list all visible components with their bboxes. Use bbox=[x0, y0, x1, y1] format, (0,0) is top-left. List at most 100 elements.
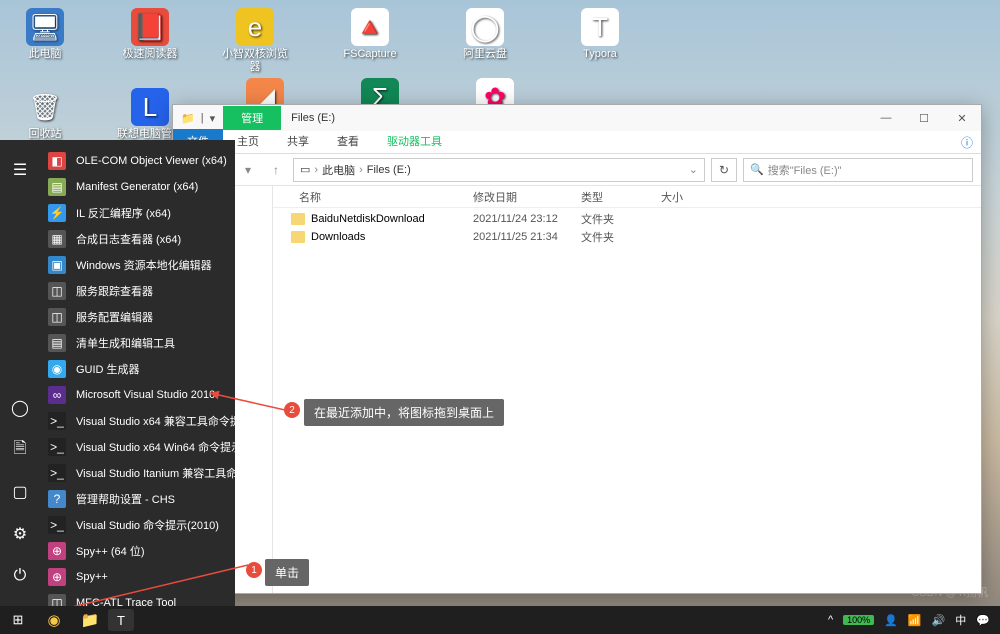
folder-icon bbox=[291, 213, 305, 225]
minimize-button[interactable]: — bbox=[867, 105, 905, 131]
start-menu-item[interactable]: >_Visual Studio Itanium 兼容工具命令... bbox=[40, 460, 235, 486]
ribbon-tabs: 文件 主页 共享 查看 驱动器工具 ⓘ bbox=[173, 131, 981, 154]
start-menu-item[interactable]: ⊕Spy++ (64 位) bbox=[40, 538, 235, 564]
window-title: Files (E:) bbox=[281, 112, 335, 124]
tray-volume-icon[interactable]: 🔊 bbox=[932, 614, 946, 627]
desktop-icon[interactable]: 📕极速阅读器 bbox=[115, 8, 185, 61]
tab-view[interactable]: 查看 bbox=[323, 129, 373, 153]
breadcrumb-current[interactable]: Files (E:) bbox=[367, 164, 411, 176]
system-tray[interactable]: ^ 100% 👤 📶 🔊 中 💬 bbox=[818, 612, 1000, 628]
start-menu-item[interactable]: ⚡IL 反汇编程序 (x64) bbox=[40, 200, 235, 226]
file-row[interactable]: BaiduNetdiskDownload2021/11/24 23:12文件夹 bbox=[273, 210, 981, 228]
start-menu-item[interactable]: >_Visual Studio x64 Win64 命令提示(... bbox=[40, 434, 235, 460]
app-icon: 🔺 bbox=[351, 8, 389, 46]
app-icon: >_ bbox=[48, 516, 66, 534]
app-icon: 🗑 bbox=[26, 88, 64, 126]
app-icon: ◉ bbox=[48, 360, 66, 378]
app-label: OLE-COM Object Viewer (x64) bbox=[76, 155, 227, 167]
app-icon: >_ bbox=[48, 438, 66, 456]
pictures-icon[interactable]: ▢ bbox=[0, 474, 40, 510]
tab-drive-tools[interactable]: 驱动器工具 bbox=[373, 129, 456, 153]
breadcrumb-sep: › bbox=[314, 164, 318, 176]
col-date[interactable]: 修改日期 bbox=[465, 189, 573, 205]
desktop-icon[interactable]: 🔺 FSCapture bbox=[335, 8, 405, 61]
help-icon[interactable]: ⓘ bbox=[953, 132, 981, 153]
start-menu-item[interactable]: ▤Manifest Generator (x64) bbox=[40, 174, 235, 200]
start-button[interactable]: ⊞ bbox=[0, 606, 36, 634]
start-menu-item[interactable]: >_Visual Studio 命令提示(2010) bbox=[40, 512, 235, 538]
app-label: Microsoft Visual Studio 2010 bbox=[76, 389, 215, 401]
app-icon: L bbox=[131, 88, 169, 126]
start-menu-item[interactable]: ▦合成日志查看器 (x64) bbox=[40, 226, 235, 252]
app-icon: ▤ bbox=[48, 178, 66, 196]
start-menu-item[interactable]: ▣Windows 资源本地化编辑器 bbox=[40, 252, 235, 278]
ribbon-context-tab[interactable]: 管理 bbox=[223, 106, 281, 130]
app-icon: ◫ bbox=[48, 282, 66, 300]
start-menu-item[interactable]: ◉GUID 生成器 bbox=[40, 356, 235, 382]
app-label: Visual Studio Itanium 兼容工具命令... bbox=[76, 465, 235, 481]
app-label: 服务跟踪查看器 bbox=[76, 283, 153, 299]
tray-chevron-icon[interactable]: ^ bbox=[828, 614, 833, 626]
tray-people-icon[interactable]: 👤 bbox=[884, 614, 898, 627]
file-row[interactable]: Downloads2021/11/25 21:34文件夹 bbox=[273, 228, 981, 246]
taskbar-typora-icon[interactable]: T bbox=[108, 609, 134, 631]
app-label: 服务配置编辑器 bbox=[76, 309, 153, 325]
qat-dropdown-icon[interactable]: ▾ bbox=[210, 112, 216, 125]
documents-icon[interactable]: 🗎 bbox=[0, 432, 40, 468]
refresh-button[interactable]: ↻ bbox=[711, 158, 737, 182]
menu-icon[interactable]: ☰ bbox=[0, 152, 40, 188]
tab-share[interactable]: 共享 bbox=[273, 129, 323, 153]
maximize-button[interactable]: ☐ bbox=[905, 105, 943, 131]
taskbar-chrome-icon[interactable]: ◉ bbox=[36, 606, 72, 634]
tray-notification-icon[interactable]: 💬 bbox=[976, 614, 990, 627]
app-label: Spy++ (64 位) bbox=[76, 543, 144, 559]
desktop-icon[interactable]: ◯阿里云盘 bbox=[450, 8, 520, 61]
battery-indicator[interactable]: 100% bbox=[843, 615, 874, 625]
app-icon: ▦ bbox=[48, 230, 66, 248]
settings-icon[interactable]: ⚙ bbox=[0, 516, 40, 552]
file-name: BaiduNetdiskDownload bbox=[311, 213, 425, 225]
desktop-icon[interactable]: e小智双核浏览器 bbox=[220, 8, 290, 74]
app-label: 管理帮助设置 - CHS bbox=[76, 491, 175, 507]
search-icon: 🔍 bbox=[750, 163, 764, 176]
start-menu-item[interactable]: ◫ 服务跟踪查看器 bbox=[40, 278, 235, 304]
start-menu-item[interactable]: ◧ OLE-COM Object Viewer (x64) bbox=[40, 148, 235, 174]
taskbar-explorer-icon[interactable]: 📁 bbox=[72, 606, 108, 634]
icon-label: 阿里云盘 bbox=[450, 48, 520, 61]
start-menu-item[interactable]: >_Visual Studio x64 兼容工具命令提示... bbox=[40, 408, 235, 434]
tray-network-icon[interactable]: 📶 bbox=[908, 614, 922, 627]
icon-label: FSCapture bbox=[335, 48, 405, 61]
desktop-icon[interactable]: 🖥此电脑 bbox=[10, 8, 80, 61]
folder-icon bbox=[291, 231, 305, 243]
annotation-badge-2: 2 bbox=[284, 402, 300, 418]
titlebar: 📁 | ▾ 管理 Files (E:) — ☐ ✕ bbox=[173, 105, 981, 131]
app-icon: T bbox=[581, 8, 619, 46]
file-date: 2021/11/24 23:12 bbox=[465, 213, 573, 225]
app-icon: ◧ bbox=[48, 152, 66, 170]
col-name[interactable]: 名称 bbox=[291, 189, 465, 205]
desktop-icon[interactable]: 🗑回收站 bbox=[10, 88, 80, 141]
address-bar[interactable]: ▭ › 此电脑 › Files (E:) ⌄ bbox=[293, 158, 705, 182]
power-icon[interactable]: ⏻ bbox=[0, 558, 40, 594]
start-app-list[interactable]: ◧ OLE-COM Object Viewer (x64) ▤Manifest Ge… bbox=[40, 140, 235, 606]
nav-dropdown-icon[interactable]: ▾ bbox=[237, 159, 259, 181]
start-menu-item[interactable]: ▤清单生成和编辑工具 bbox=[40, 330, 235, 356]
start-menu-item[interactable]: ◫MFC-ATL Trace Tool bbox=[40, 590, 235, 606]
user-icon[interactable]: ◯ bbox=[0, 390, 40, 426]
nav-up-button[interactable]: ↑ bbox=[265, 159, 287, 181]
drive-icon: ▭ bbox=[300, 163, 310, 176]
search-input[interactable]: 🔍 搜索"Files (E:)" bbox=[743, 158, 973, 182]
annotation-tooltip-1: 单击 bbox=[265, 559, 309, 586]
start-menu-item[interactable]: ◫服务配置编辑器 bbox=[40, 304, 235, 330]
start-menu-item[interactable]: ?管理帮助设置 - CHS bbox=[40, 486, 235, 512]
tray-ime-icon[interactable]: 中 bbox=[955, 612, 966, 628]
close-button[interactable]: ✕ bbox=[943, 105, 981, 131]
start-menu-item[interactable]: ∞Microsoft Visual Studio 2010 bbox=[40, 382, 235, 408]
chevron-down-icon[interactable]: ⌄ bbox=[689, 163, 698, 176]
col-type[interactable]: 类型 bbox=[573, 189, 653, 205]
taskbar: ⊞ ◉ 📁 T ^ 100% 👤 📶 🔊 中 💬 bbox=[0, 606, 1000, 634]
desktop-icon[interactable]: TTypora bbox=[565, 8, 635, 61]
start-menu-item[interactable]: ⊕Spy++ bbox=[40, 564, 235, 590]
breadcrumb-root[interactable]: 此电脑 bbox=[322, 162, 355, 178]
col-size[interactable]: 大小 bbox=[653, 189, 713, 205]
